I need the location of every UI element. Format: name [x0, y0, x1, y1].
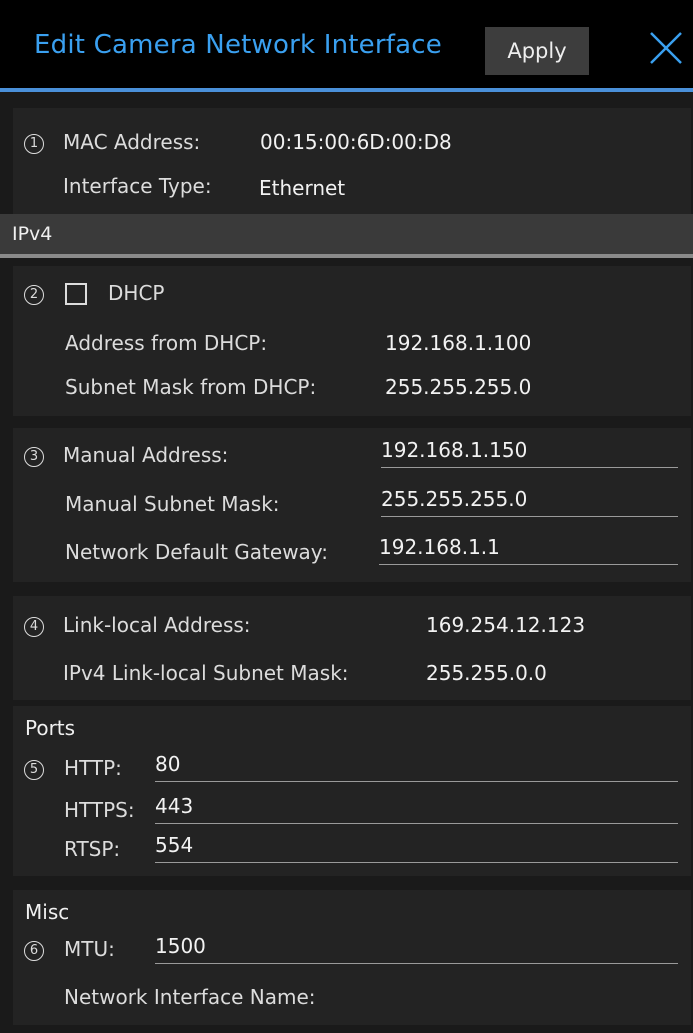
mtu-input[interactable]: 1500	[155, 934, 678, 964]
step-marker-5: 5	[24, 756, 44, 780]
ipv4-header-label: IPv4	[12, 223, 53, 245]
step-marker-2: 2	[24, 281, 44, 305]
https-port-input[interactable]: 443	[155, 794, 678, 824]
misc-section: Misc 6 MTU: 1500 Network Interface Name:	[13, 890, 691, 1025]
manual-subnet-label: Manual Subnet Mask:	[65, 492, 280, 516]
link-local-address-value: 169.254.12.123	[426, 613, 586, 637]
link-local-section: 4 Link-local Address: 169.254.12.123 IPv…	[13, 596, 691, 700]
manual-section: 3 Manual Address: 192.168.1.150 Manual S…	[13, 428, 691, 582]
ports-title: Ports	[25, 716, 76, 740]
dhcp-address-label: Address from DHCP:	[65, 331, 268, 355]
manual-address-input[interactable]: 192.168.1.150	[381, 438, 678, 468]
link-local-address-label: Link-local Address:	[63, 613, 251, 637]
dialog-title: Edit Camera Network Interface	[34, 30, 442, 60]
dhcp-subnet-value: 255.255.255.0	[385, 375, 532, 399]
ipv4-divider	[0, 254, 693, 258]
manual-address-label: Manual Address:	[63, 443, 229, 467]
dhcp-subnet-label: Subnet Mask from DHCP:	[65, 375, 317, 399]
http-label: HTTP:	[64, 756, 122, 780]
ipv4-section-header: IPv4	[0, 214, 693, 254]
step-marker-6: 6	[24, 937, 44, 961]
gateway-label: Network Default Gateway:	[65, 540, 328, 564]
interface-name-label: Network Interface Name:	[64, 985, 316, 1009]
dialog-header: Edit Camera Network Interface Apply	[0, 0, 693, 88]
http-port-input[interactable]: 80	[155, 752, 678, 782]
mac-address-label: MAC Address:	[63, 130, 201, 154]
mac-address-value: 00:15:00:6D:00:D8	[260, 130, 452, 154]
dhcp-address-value: 192.168.1.100	[385, 331, 532, 355]
interface-type-value: Ethernet	[259, 176, 346, 200]
dhcp-checkbox[interactable]	[65, 283, 87, 305]
misc-title: Misc	[25, 900, 70, 924]
link-local-subnet-label: IPv4 Link-local Subnet Mask:	[63, 661, 349, 685]
step-marker-3: 3	[24, 443, 44, 467]
dhcp-checkbox-label: DHCP	[108, 281, 165, 305]
close-icon[interactable]	[648, 30, 684, 66]
mtu-label: MTU:	[64, 937, 115, 961]
header-divider	[0, 88, 693, 92]
https-label: HTTPS:	[64, 798, 135, 822]
rtsp-label: RTSP:	[64, 837, 121, 861]
step-marker-1: 1	[24, 130, 44, 154]
dhcp-section: 2 DHCP Address from DHCP: 192.168.1.100 …	[13, 266, 691, 416]
gateway-input[interactable]: 192.168.1.1	[379, 535, 678, 565]
ports-section: Ports 5 HTTP: 80 HTTPS: 443 RTSP: 554	[13, 706, 691, 876]
interface-type-label: Interface Type:	[63, 174, 212, 198]
rtsp-port-input[interactable]: 554	[155, 833, 678, 863]
step-marker-4: 4	[24, 613, 44, 637]
manual-subnet-input[interactable]: 255.255.255.0	[381, 487, 678, 517]
apply-button[interactable]: Apply	[485, 27, 589, 75]
link-local-subnet-value: 255.255.0.0	[426, 661, 547, 685]
general-section: 1 MAC Address: 00:15:00:6D:00:D8 Interfa…	[13, 108, 691, 214]
